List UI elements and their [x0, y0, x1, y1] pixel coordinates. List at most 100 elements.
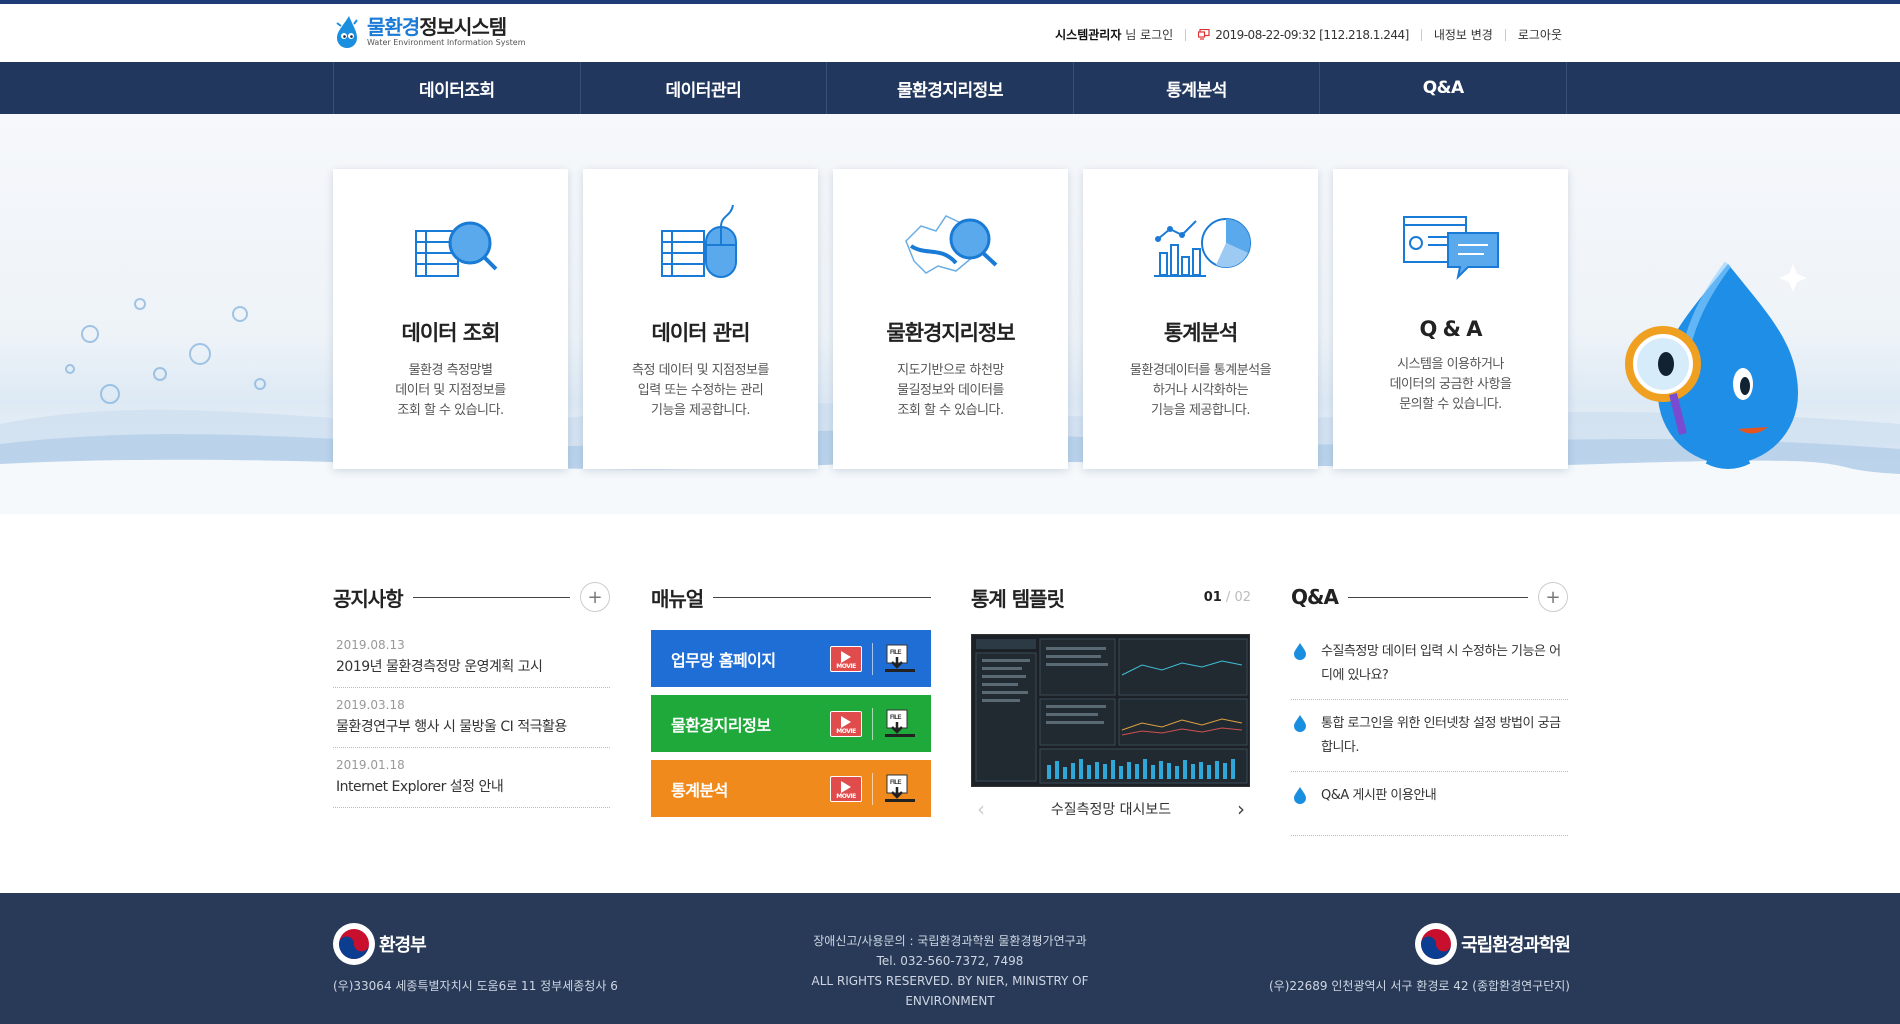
file-download-icon[interactable]: FILE [883, 643, 919, 675]
section-title: Q&A [1291, 585, 1339, 609]
card-geo-info[interactable]: 물환경지리정보 지도기반으로 하천망 물길정보와 데이터를 조회 할 수 있습니… [833, 169, 1068, 469]
logo-title: 물환경정보시스템 [367, 15, 507, 39]
file-download-icon[interactable]: FILE [883, 773, 919, 805]
nav-item-data-manage[interactable]: 데이터관리 [581, 62, 828, 114]
card-title: 데이터 관리 [651, 321, 751, 345]
notice-more-button[interactable]: + [580, 582, 610, 612]
divider [1347, 596, 1528, 598]
card-data-manage[interactable]: 데이터 관리 측정 데이터 및 지점정보를 입력 또는 수정하는 관리 기능을 … [583, 169, 818, 469]
next-slide-button[interactable]: › [1231, 797, 1251, 821]
institute-address: (우)22689 인천광역시 서구 환경로 42 (종합환경연구단지) [1268, 979, 1570, 993]
svg-text:FILE: FILE [890, 780, 901, 786]
manual-section: 매뉴얼 업무망 홈페이지 MOVIE FILE 물환경지리정보 MOVIE FI… [651, 580, 931, 825]
divider [1185, 28, 1187, 41]
card-qna[interactable]: Q & A 시스템을 이용하거나 데이터의 궁금한 사항을 문의할 수 있습니다… [1333, 169, 1568, 469]
main-nav: 데이터조회 데이터관리 물환경지리정보 통계분석 Q&A [0, 62, 1900, 114]
movie-icon[interactable]: MOVIE [830, 775, 862, 802]
movie-icon[interactable]: MOVIE [830, 710, 862, 737]
qna-title[interactable]: 통합 로그인을 위한 인터넷창 설정 방법이 궁금합니다. [1321, 712, 1568, 760]
nav-item-qna[interactable]: Q&A [1320, 62, 1567, 114]
qna-title[interactable]: 수질측정망 데이터 입력 시 수정하는 기능은 어디에 있나요? [1321, 640, 1568, 688]
divider [872, 772, 873, 805]
data-manage-icon [660, 204, 737, 278]
card-title: Q & A [1419, 317, 1482, 341]
institute-logo: 국립환경과학원 [1269, 923, 1571, 965]
footer-ministry: 환경부 (우)33064 세종특별자치시 도움6로 11 정부세종청사 6 [333, 923, 618, 994]
taegeuk-emblem-icon [333, 923, 375, 965]
list-item[interactable]: Q&A 게시판 이용안내 [1291, 772, 1568, 836]
card-title: 통계분석 [1163, 321, 1238, 345]
profile-link[interactable]: 내정보 변경 [1434, 26, 1493, 43]
map-search-icon [904, 215, 997, 274]
qna-title[interactable]: Q&A 게시판 이용안내 [1321, 784, 1437, 808]
water-drop-icon [1294, 643, 1306, 660]
notice-title[interactable]: 물환경연구부 행사 시 물방울 CI 적극활용 [336, 716, 607, 736]
divider [412, 596, 570, 598]
last-access-info: 2019-08-22-09:32 [112.218.1.244] [1198, 28, 1409, 42]
list-item[interactable]: 통합 로그인을 위한 인터넷창 설정 방법이 궁금합니다. [1291, 700, 1568, 772]
prev-slide-button[interactable]: ‹ [971, 797, 991, 821]
file-download-icon[interactable]: FILE [883, 708, 919, 740]
utility-bar: 시스템관리자 님 로그인 2019-08-22-09:32 [112.218.1… [1055, 26, 1562, 43]
notice-list: 2019.08.13 2019년 물환경측정망 운영계획 고시 2019.03.… [333, 628, 610, 808]
site-logo[interactable]: 물환경정보시스템 Water Environment Information S… [333, 14, 526, 50]
card-description: 측정 데이터 및 지점정보를 입력 또는 수정하는 관리 기능을 제공합니다. [632, 363, 769, 418]
card-description: 지도기반으로 하천망 물길정보와 데이터를 조회 할 수 있습니다. [897, 363, 1004, 418]
card-description: 물환경데이터를 통계분석을 하거나 시각화하는 기능을 제공합니다. [1129, 363, 1272, 418]
list-item[interactable]: 2019.01.18 Internet Explorer 설정 안내 [333, 748, 610, 808]
footer-contact: 장애신고/사용문의 : 국립환경과학원 물환경평가연구과 Tel. 032-56… [770, 931, 1130, 1011]
ministry-logo: 환경부 [333, 923, 618, 965]
manual-item-intranet: 업무망 홈페이지 MOVIE FILE [651, 630, 931, 687]
movie-icon[interactable]: MOVIE [830, 645, 862, 672]
list-item[interactable]: 2019.08.13 2019년 물환경측정망 운영계획 고시 [333, 628, 610, 688]
svg-text:FILE: FILE [890, 650, 901, 656]
stats-template-section: 통계 템플릿 01 / 02 ‹ 수질측정망 대시보드 › [971, 580, 1251, 821]
contact-line: 장애신고/사용문의 : 국립환경과학원 물환경평가연구과 [813, 934, 1087, 948]
notice-title[interactable]: Internet Explorer 설정 안내 [336, 776, 607, 796]
divider [1504, 28, 1506, 41]
card-title: 데이터 조회 [401, 321, 501, 345]
logout-link[interactable]: 로그아웃 [1518, 26, 1562, 43]
chat-icon [1402, 216, 1499, 281]
ministry-name: 환경부 [379, 935, 427, 956]
qna-list: 수질측정망 데이터 입력 시 수정하는 기능은 어디에 있나요? 통합 로그인을… [1291, 628, 1568, 836]
svg-text:FILE: FILE [890, 715, 901, 721]
card-data-search[interactable]: 데이터 조회 물환경 측정망별 데이터 및 지점정보를 조회 할 수 있습니다. [333, 169, 568, 469]
water-drop-mascot-icon [1625, 261, 1807, 469]
divider [872, 707, 873, 740]
hero-banner: 데이터 조회 물환경 측정망별 데이터 및 지점정보를 조회 할 수 있습니다.… [0, 114, 1900, 514]
card-statistics[interactable]: 통계분석 물환경데이터를 통계분석을 하거나 시각화하는 기능을 제공합니다. [1083, 169, 1318, 469]
list-item[interactable]: 2019.03.18 물환경연구부 행사 시 물방울 CI 적극활용 [333, 688, 610, 748]
water-drop-icon [1294, 715, 1306, 732]
manual-title: 물환경지리정보 [671, 715, 771, 735]
section-title: 매뉴얼 [651, 586, 704, 611]
dashboard-thumbnail[interactable] [971, 634, 1250, 787]
list-item[interactable]: 수질측정망 데이터 입력 시 수정하는 기능은 어디에 있나요? [1291, 628, 1568, 700]
qna-more-button[interactable]: + [1538, 582, 1568, 612]
manual-title: 업무망 홈페이지 [671, 650, 776, 670]
water-drop-logo-icon [336, 16, 358, 48]
notice-title[interactable]: 2019년 물환경측정망 운영계획 고시 [336, 656, 607, 676]
qna-section: Q&A + 수질측정망 데이터 입력 시 수정하는 기능은 어디에 있나요? 통… [1291, 580, 1568, 836]
copyright-line: ALL RIGHTS RESERVED. BY NIER, MINISTRY O… [811, 974, 1089, 1008]
logo-subtitle: Water Environment Information System [367, 38, 526, 47]
chart-icon [1153, 218, 1251, 277]
divider [1420, 28, 1422, 41]
phone-line: Tel. 032-560-7372, 7498 [876, 954, 1024, 968]
taegeuk-emblem-icon [1415, 923, 1458, 965]
card-description: 시스템을 이용하거나 데이터의 궁금한 사항을 문의할 수 있습니다. [1389, 357, 1512, 412]
ministry-address: (우)33064 세종특별자치시 도움6로 11 정부세종청사 6 [333, 979, 618, 993]
slide-caption-bar: ‹ 수질측정망 대시보드 › [971, 797, 1251, 821]
manual-title: 통계분석 [671, 780, 728, 800]
nav-item-geo-info[interactable]: 물환경지리정보 [827, 62, 1074, 114]
login-status: 시스템관리자 님 로그인 [1055, 28, 1174, 42]
footer-institute: 국립환경과학원 (우)22689 인천광역시 서구 환경로 42 (종합환경연구… [1268, 923, 1571, 994]
nav-item-data-search[interactable]: 데이터조회 [334, 62, 581, 114]
card-description: 물환경 측정망별 데이터 및 지점정보를 조회 할 수 있습니다. [395, 363, 506, 418]
card-title: 물환경지리정보 [886, 321, 1015, 345]
water-drop-icon [1294, 787, 1306, 804]
manual-item-statistics: 통계분석 MOVIE FILE [651, 760, 931, 817]
nav-item-statistics[interactable]: 통계분석 [1074, 62, 1321, 114]
notice-date: 2019.03.18 [336, 698, 405, 712]
notice-date: 2019.08.13 [336, 638, 405, 652]
